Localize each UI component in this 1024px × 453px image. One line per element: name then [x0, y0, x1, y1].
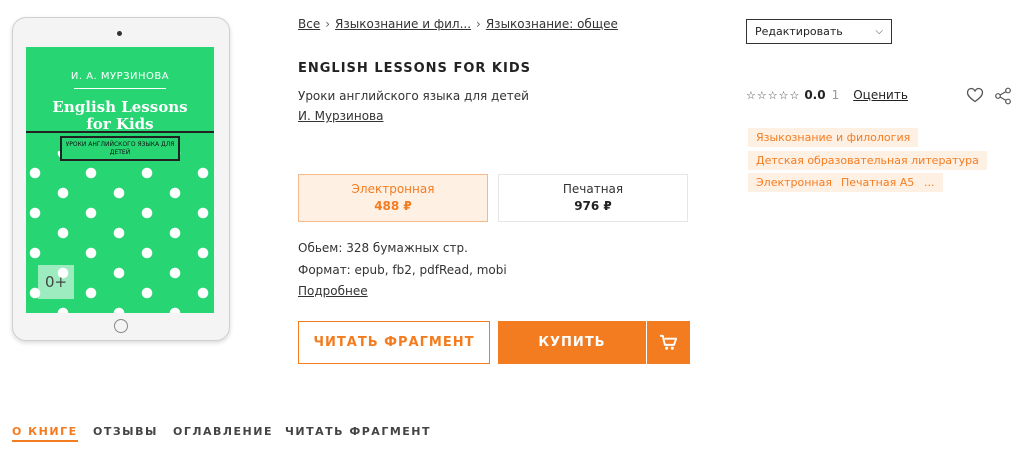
tablet-home-button: [114, 319, 128, 333]
breadcrumb-item-linguistics[interactable]: Языкознание и фил...: [335, 17, 471, 31]
cart-icon: [659, 334, 678, 350]
format-name: Печатная: [562, 182, 624, 196]
share-icon[interactable]: [994, 87, 1012, 105]
format-price: 488 ₽: [374, 199, 412, 213]
tag-linguistics[interactable]: Языкознание и филология: [748, 128, 919, 147]
book-volume: Обьем: 328 бумажных стр.: [298, 241, 468, 255]
more-details-link[interactable]: Подробнее: [298, 284, 368, 298]
rate-link[interactable]: Оценить: [853, 88, 908, 102]
cover-band: [26, 131, 214, 133]
cover-title-line1: English Lessons: [52, 98, 188, 116]
rating-value: 0.0: [804, 88, 826, 102]
tag-electronic[interactable]: Электронная: [748, 173, 840, 192]
rating-count: 1: [831, 88, 840, 102]
tag-children-education[interactable]: Детская образовательная литература: [748, 151, 987, 170]
tab-about-book[interactable]: О КНИГЕ: [12, 425, 78, 442]
age-rating-badge: 0+: [38, 265, 74, 299]
tablet-camera: [117, 31, 122, 36]
cover-subtitle: УРОКИ АНГЛИЙСКОГО ЯЗЫКА ДЛЯ ДЕТЕЙ: [60, 136, 180, 161]
book-author-link[interactable]: И. Мурзинова: [298, 109, 383, 123]
book-subtitle: Уроки английского языка для детей: [298, 89, 529, 103]
buy-button[interactable]: КУПИТЬ: [498, 321, 646, 364]
format-option-electronic[interactable]: Электронная 488 ₽: [298, 174, 488, 222]
tab-read-fragment[interactable]: ЧИТАТЬ ФРАГМЕНТ: [285, 425, 431, 438]
edit-select-value: Редактировать: [755, 25, 843, 38]
cover-author: И. А. МУРЗИНОВА: [70, 71, 170, 82]
cover-divider: [74, 88, 166, 89]
tag-print-a5[interactable]: Печатная А5: [833, 173, 923, 192]
tag-more[interactable]: ...: [916, 173, 943, 192]
format-price: 976 ₽: [574, 199, 612, 213]
cover-title: English Lessons for Kids: [26, 99, 214, 133]
add-to-cart-button[interactable]: [647, 321, 690, 364]
read-fragment-button[interactable]: ЧИТАТЬ ФРАГМЕНТ: [298, 321, 490, 364]
book-cover[interactable]: И. А. МУРЗИНОВА English Lessons for Kids…: [26, 47, 214, 313]
book-formats: Формат: epub, fb2, pdfRead, mobi: [298, 263, 507, 277]
breadcrumb: Все › Языкознание и фил... › Языкознание: об…: [298, 17, 618, 31]
tab-contents[interactable]: ОГЛАВЛЕНИЕ: [173, 425, 273, 438]
breadcrumb-separator: ›: [325, 17, 331, 31]
edit-select[interactable]: Редактировать ⌵: [746, 19, 892, 44]
breadcrumb-item-general[interactable]: Языкознание: общее: [486, 17, 618, 31]
heart-icon[interactable]: [966, 87, 984, 103]
tab-reviews[interactable]: ОТЗЫВЫ: [93, 425, 158, 438]
format-option-print[interactable]: Печатная 976 ₽: [498, 174, 688, 222]
breadcrumb-item-all[interactable]: Все: [298, 17, 320, 31]
rating-summary: ☆☆☆☆☆ 0.0 1 Оценить: [746, 88, 908, 102]
book-cover-device: И. А. МУРЗИНОВА English Lessons for Kids…: [12, 17, 230, 341]
chevron-down-icon: ⌵: [875, 26, 883, 37]
breadcrumb-separator: ›: [476, 17, 481, 31]
book-title: ENGLISH LESSONS FOR KIDS: [298, 61, 531, 76]
rating-stars-icon[interactable]: ☆☆☆☆☆: [746, 89, 800, 102]
format-name: Электронная: [351, 182, 435, 196]
